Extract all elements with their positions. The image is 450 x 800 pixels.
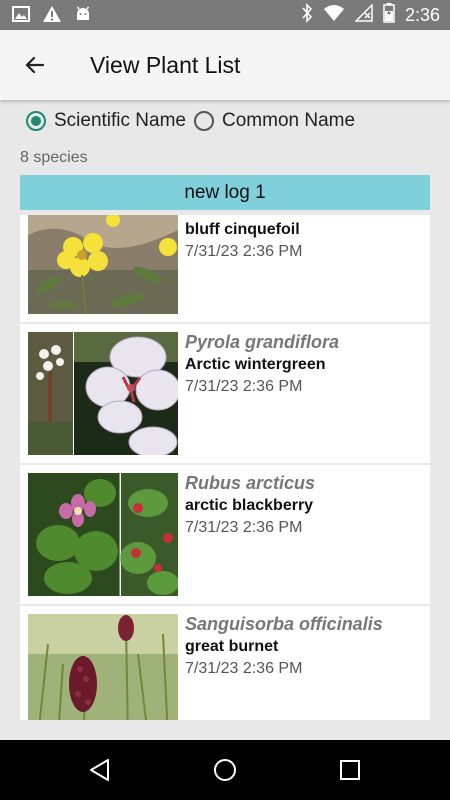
plant-common-name: Arctic wintergreen — [185, 356, 326, 373]
signal-icon — [354, 3, 373, 27]
plant-date: 7/31/23 2:36 PM — [185, 243, 303, 260]
scientific-name-label[interactable]: Scientific Name — [54, 110, 186, 132]
log-header[interactable]: new log 1 — [20, 175, 430, 210]
page-title: View Plant List — [90, 52, 241, 78]
plant-scientific-name: Rubus arcticus — [185, 473, 316, 493]
plant-common-name: arctic blackberry — [185, 497, 314, 514]
plant-list-item[interactable]: Rubus arcticus arctic blackberry 7/31/23… — [20, 465, 430, 604]
plant-date: 7/31/23 2:36 PM — [185, 378, 303, 395]
battery-icon — [383, 3, 395, 28]
android-icon — [74, 5, 92, 28]
navigation-bar — [0, 740, 450, 800]
back-triangle-icon[interactable] — [88, 758, 112, 782]
common-name-label[interactable]: Common Name — [222, 110, 355, 132]
plant-photo — [28, 215, 178, 314]
plant-list-item[interactable]: Sanguisorba officinalis great burnet 7/3… — [20, 606, 430, 720]
app-bar: View Plant List — [0, 30, 450, 100]
common-name-radio[interactable] — [194, 111, 214, 131]
plant-list[interactable]: bluff cinquefoil 7/31/23 2:36 PM Pyrola … — [20, 215, 430, 720]
plant-list-item[interactable]: bluff cinquefoil 7/31/23 2:36 PM — [20, 215, 430, 322]
plant-info: Rubus arcticus arctic blackberry 7/31/23… — [185, 471, 315, 539]
status-bar: 2:36 — [0, 0, 450, 30]
wifi-icon — [323, 4, 345, 27]
home-circle-icon[interactable] — [212, 757, 238, 783]
back-button[interactable] — [18, 50, 52, 80]
warning-icon — [42, 5, 62, 28]
bluetooth-icon — [301, 3, 313, 28]
species-count: 8 species — [20, 149, 88, 166]
plant-info: Pyrola grandiflora Arctic wintergreen 7/… — [185, 330, 339, 398]
back-arrow-icon — [25, 56, 45, 74]
name-mode-radio-group: Scientific Name Common Name — [26, 110, 363, 132]
plant-scientific-name: Sanguisorba officinalis — [185, 614, 383, 634]
plant-photo — [28, 332, 178, 455]
image-icon — [12, 5, 30, 28]
plant-date: 7/31/23 2:36 PM — [185, 660, 303, 677]
plant-info: Sanguisorba officinalis great burnet 7/3… — [185, 612, 383, 680]
plant-photo — [28, 614, 178, 720]
plant-scientific-name: Pyrola grandiflora — [185, 332, 340, 352]
scientific-name-radio[interactable] — [26, 111, 46, 131]
plant-list-item[interactable]: Pyrola grandiflora Arctic wintergreen 7/… — [20, 324, 430, 463]
recents-square-icon[interactable] — [339, 759, 361, 781]
plant-common-name: great burnet — [185, 638, 279, 655]
plant-photo — [28, 473, 178, 596]
plant-date: 7/31/23 2:36 PM — [185, 519, 303, 536]
plant-info: bluff cinquefoil 7/31/23 2:36 PM — [185, 219, 302, 263]
plant-common-name: bluff cinquefoil — [185, 221, 300, 238]
clock: 2:36 — [404, 5, 440, 25]
